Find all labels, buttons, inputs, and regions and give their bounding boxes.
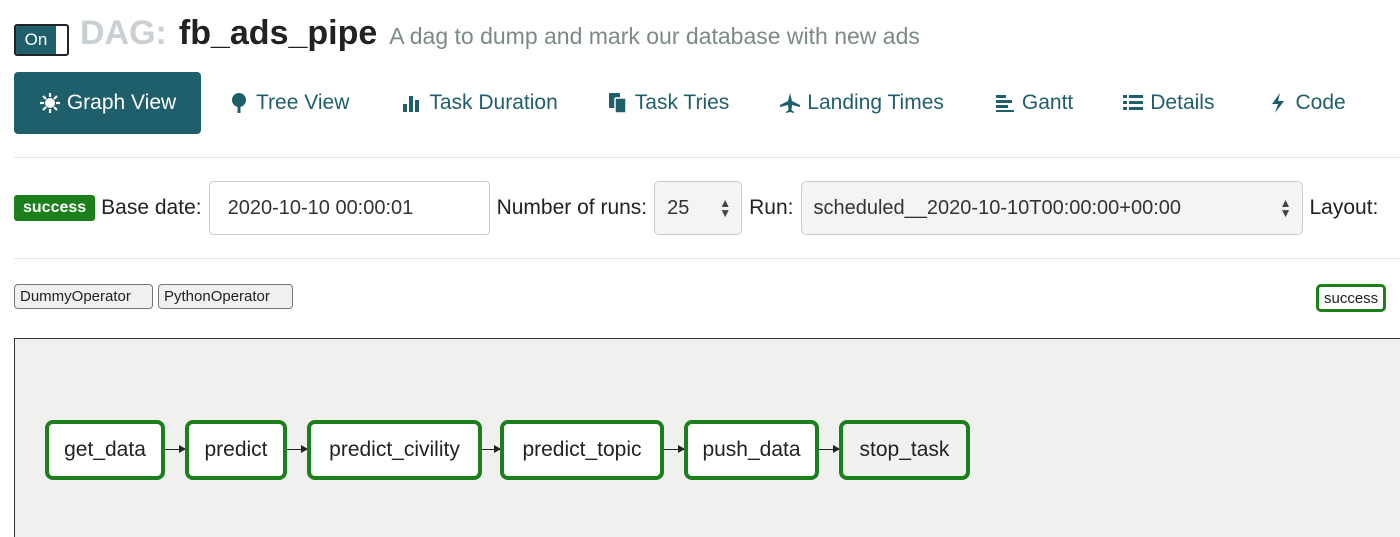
bolt-icon [1267, 92, 1289, 114]
tab-label: Task Duration [429, 91, 558, 114]
list-icon [1122, 92, 1144, 114]
tab-details[interactable]: Details [1122, 72, 1214, 134]
edge-arrow [664, 445, 685, 453]
edge-arrow [819, 445, 840, 453]
legend-state-success[interactable]: success [1316, 284, 1387, 312]
tab-label: Details [1150, 91, 1215, 114]
divider [14, 258, 1400, 259]
tree-icon [228, 92, 250, 114]
base-date-input[interactable]: 2020-10-10 00:00:01 [208, 181, 490, 235]
tab-task-duration[interactable]: Task Duration [401, 72, 558, 134]
dag-status-badge: success [14, 195, 96, 221]
task-node-push-data[interactable]: push_data [684, 420, 819, 480]
legend-dummy-operator[interactable]: DummyOperator [14, 284, 153, 309]
dag-id: fb_ads_pipe [178, 14, 378, 52]
dag-on-off-toggle[interactable]: On [14, 24, 69, 56]
files-icon [607, 92, 629, 114]
tab-label: Code [1295, 91, 1346, 114]
tab-graph-view[interactable]: Graph View [14, 72, 201, 134]
tab-label: Graph View [66, 91, 177, 114]
tab-task-tries[interactable]: Task Tries [607, 72, 730, 134]
divider [14, 157, 1400, 158]
num-runs-select[interactable]: 25 ▲ ▼ [654, 181, 743, 235]
tab-label: Gantt [1021, 91, 1074, 114]
task-node-stop-task[interactable]: stop_task [839, 420, 970, 480]
tab-label: Landing Times [807, 91, 944, 114]
sun-icon [39, 92, 61, 114]
run-label: Run: [749, 196, 794, 219]
run-select[interactable]: scheduled__2020-10-10T00:00:00+00:00 ▲ ▼ [800, 181, 1303, 235]
dag-label: DAG: [80, 14, 167, 52]
tab-gantt[interactable]: Gantt [994, 72, 1073, 134]
layout-label: Layout: [1309, 196, 1379, 219]
task-node-predict[interactable]: predict [185, 420, 287, 480]
edge-arrow [287, 445, 308, 453]
task-node-get-data[interactable]: get_data [45, 420, 165, 480]
airflow-dag-page: On DAG: fb_ads_pipe A dag to dump and ma… [0, 0, 1400, 537]
task-node-predict-topic[interactable]: predict_topic [500, 420, 664, 480]
bar-chart-icon [401, 92, 423, 114]
run-controls: success Base date: 2020-10-10 00:00:01 N… [14, 180, 1400, 236]
edge-arrow [482, 445, 501, 453]
toggle-on-label: On [16, 26, 56, 54]
dag-graph: get_data predict predict_civility predic… [14, 338, 1400, 537]
edge-arrow [165, 445, 186, 453]
select-arrows-icon: ▲ ▼ [719, 196, 732, 220]
gantt-icon [994, 92, 1016, 114]
legend-python-operator[interactable]: PythonOperator [158, 284, 293, 309]
num-runs-value: 25 [667, 196, 690, 219]
view-nav: Graph View Tree View Task Duration Task … [14, 72, 1400, 134]
tab-tree-view[interactable]: Tree View [228, 72, 349, 134]
tab-label: Tree View [256, 91, 350, 114]
run-value: scheduled__2020-10-10T00:00:00+00:00 [813, 196, 1182, 219]
tab-code[interactable]: Code [1267, 72, 1346, 134]
select-arrows-icon: ▲ ▼ [1279, 196, 1292, 220]
num-runs-label: Number of runs: [496, 196, 648, 219]
page-title: DAG: fb_ads_pipe A dag to dump and mark … [80, 14, 920, 64]
tab-landing-times[interactable]: Landing Times [779, 72, 944, 134]
base-date-label: Base date: [101, 196, 202, 219]
plane-icon [779, 92, 801, 114]
task-node-predict-civility[interactable]: predict_civility [307, 420, 482, 480]
dag-description: A dag to dump and mark our database with… [389, 23, 920, 49]
tab-label: Task Tries [634, 91, 730, 114]
